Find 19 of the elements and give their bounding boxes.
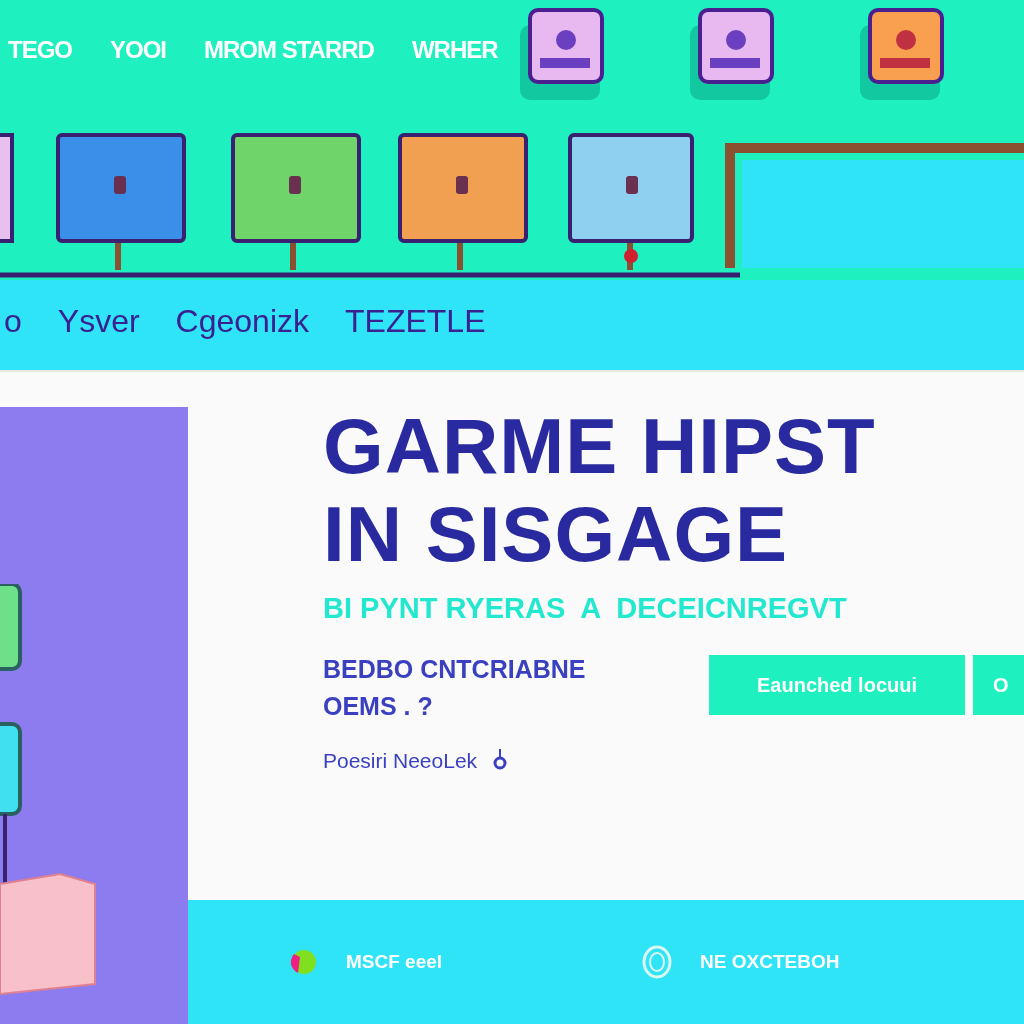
info-text: BEDBO CNTCRIABNE (323, 655, 587, 684)
info-text: OEMS . ? (323, 692, 434, 721)
nav-link[interactable]: TEGO (8, 36, 72, 64)
nav-tab[interactable]: Cgeonizk (175, 302, 309, 340)
hero-subtitle: BI PYNT RYERAS A DECEICNREGVT (323, 592, 848, 625)
nav-link[interactable]: WRHER (411, 36, 498, 64)
nav-link[interactable]: MROM STARRD (204, 36, 374, 64)
nav-link[interactable]: YOOI (110, 36, 167, 64)
nav-tab[interactable]: TEZETLE (345, 302, 486, 340)
footer-text: MSCF eeel (346, 951, 443, 973)
action-button[interactable]: Eaunched locuui (709, 655, 965, 715)
action-button[interactable]: O (973, 655, 1024, 715)
hero-title: GARME HIPST IN SISGAGE (323, 402, 877, 578)
footer-text: NE OXCTEBOH (700, 951, 840, 973)
nav-tab[interactable]: Ysver (57, 302, 140, 340)
ball-icon (290, 949, 318, 975)
coin-icon (642, 945, 673, 979)
author-text: Poesiri NeeoLek (323, 749, 478, 773)
nav-tab[interactable]: o (4, 302, 22, 340)
